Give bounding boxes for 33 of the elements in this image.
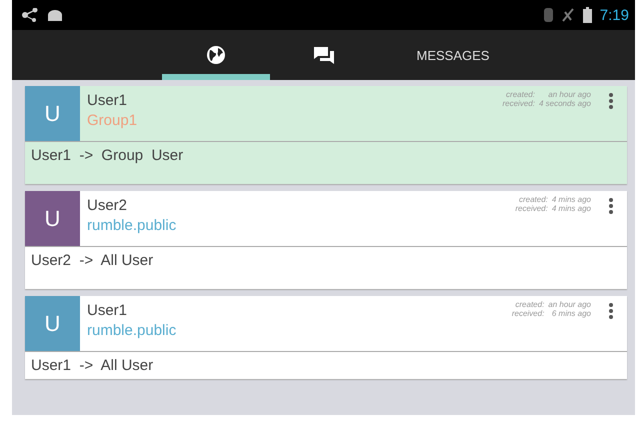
chat-icon <box>313 45 335 65</box>
author-name: User1 <box>87 92 128 109</box>
avatar: U <box>25 86 80 141</box>
created-time: an hour ago <box>547 90 591 99</box>
avatar: U <box>25 191 80 246</box>
message-text: User1 -> Group User <box>31 147 184 164</box>
created-label: created: <box>514 300 544 309</box>
received-label: received: <box>502 99 535 108</box>
battery-icon <box>582 7 592 23</box>
message-text: User2 -> All User <box>31 252 154 269</box>
created-label: created: <box>518 195 548 204</box>
group-name: Group1 <box>87 112 138 129</box>
message-card[interactable]: U User2 rumble.public created: 4 mins ago received: 4 mins ago User2 -> All User <box>25 191 627 289</box>
received-label: received: <box>512 309 544 318</box>
message-card[interactable]: U User1 rumble.public created: an hour ago received: 6 mins ago User1 -> All User <box>25 296 627 379</box>
avatar: U <box>25 296 80 351</box>
created-time: 4 mins ago <box>552 195 591 204</box>
received-time: 6 mins ago <box>550 309 591 318</box>
created-label: created: <box>505 90 535 99</box>
message-text: User1 -> All User <box>31 357 154 374</box>
group-name: rumble.public <box>87 322 178 339</box>
globe-icon <box>206 45 226 65</box>
clock-time: 7:19 <box>600 6 629 24</box>
created-time: an hour ago <box>548 300 591 309</box>
no-signal-icon <box>560 8 575 22</box>
received-time: 4 seconds ago <box>538 99 591 108</box>
author-name: User1 <box>87 302 128 319</box>
received-time: 4 mins ago <box>552 204 591 213</box>
message-card[interactable]: U User1 Group1 created: an hour ago received: 4 seconds ago User1 -> Group User <box>25 86 627 184</box>
group-name: rumble.public <box>87 217 178 234</box>
received-label: received: <box>515 204 548 213</box>
share-icon <box>22 8 38 22</box>
author-name: User2 <box>87 197 128 214</box>
